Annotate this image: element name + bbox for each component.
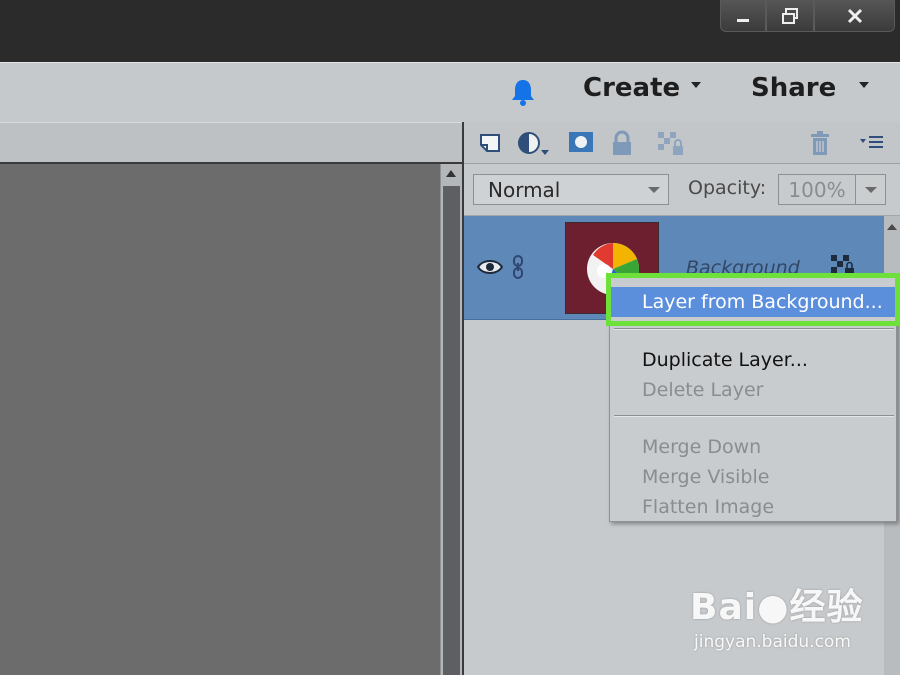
minimize-button[interactable] [720,0,766,32]
restore-icon [782,7,798,24]
blend-options-row: Normal Opacity: 100% [464,164,900,216]
canvas-vertical-scrollbar[interactable] [440,164,462,675]
scroll-up-arrow-icon[interactable] [887,224,897,230]
panel-menu-icon[interactable] [858,130,886,156]
menu-item-flatten-image[interactable]: Flatten Image [610,492,896,522]
menu-separator [614,415,894,417]
blend-mode-select[interactable]: Normal [473,174,669,205]
app-header: Create Share [0,62,900,122]
opacity-input[interactable]: 100% [778,174,856,205]
scroll-up-arrow-icon[interactable] [446,170,456,177]
window-controls [720,0,895,32]
layers-toolbar [464,122,900,164]
lock-transparency-icon[interactable] [656,130,686,158]
restore-button[interactable] [766,0,814,32]
scrollbar-thumb[interactable] [443,186,460,675]
new-layer-icon[interactable] [478,130,504,156]
create-button[interactable]: Create [583,73,680,103]
layer-mask-icon[interactable] [567,130,595,154]
title-bar [0,0,900,62]
tutorial-highlight-frame [606,273,900,326]
menu-item-duplicate-layer[interactable]: Duplicate Layer... [610,345,896,375]
document-tab-strip [0,122,462,164]
chevron-down-icon [865,187,877,193]
link-icon[interactable] [511,254,525,280]
menu-item-delete-layer[interactable]: Delete Layer [610,375,896,405]
lock-all-icon[interactable] [610,130,634,158]
close-button[interactable] [814,0,895,32]
close-icon [847,8,862,23]
menu-item-merge-visible[interactable]: Merge Visible [610,462,896,492]
adjustment-layer-icon[interactable] [516,130,552,158]
delete-layer-icon[interactable] [808,130,832,158]
minimize-icon [737,18,749,22]
share-button[interactable]: Share [751,73,836,103]
image-canvas[interactable] [0,164,440,675]
chevron-down-icon [648,187,660,193]
blend-mode-value: Normal [488,177,561,202]
bell-icon[interactable] [508,77,538,107]
menu-separator [614,328,894,330]
create-caret-icon[interactable] [691,82,701,88]
share-caret-icon[interactable] [859,82,869,88]
opacity-label: Opacity: [688,177,767,199]
eye-icon[interactable] [477,258,503,276]
opacity-dropdown-button[interactable] [856,174,886,205]
menu-item-merge-down[interactable]: Merge Down [610,432,896,462]
